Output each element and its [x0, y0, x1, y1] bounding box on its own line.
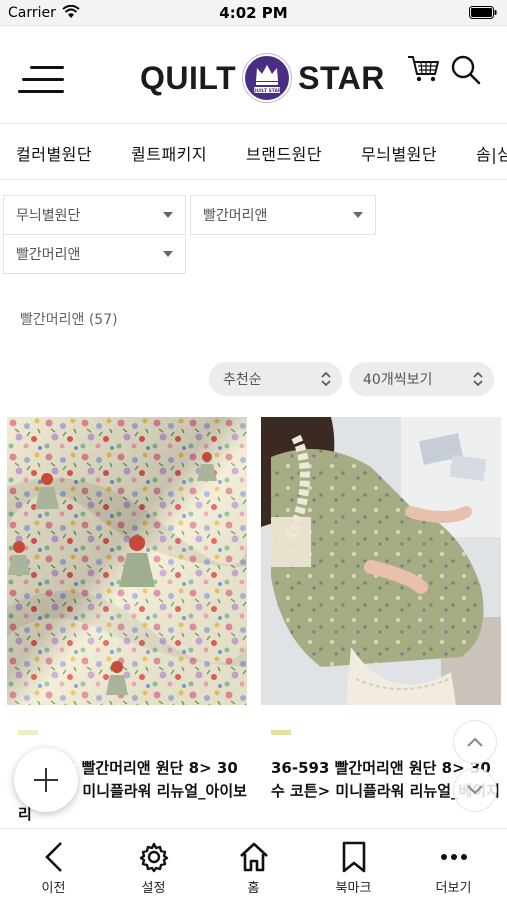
- category-item[interactable]: 무늬별원단: [361, 141, 437, 165]
- gear-icon: [139, 842, 168, 873]
- tab-back[interactable]: 이전: [3, 829, 104, 900]
- bookmark-icon: [342, 841, 365, 873]
- hamburger-icon[interactable]: [18, 64, 66, 96]
- product-count-label: 빨간머리앤 (57): [20, 312, 118, 328]
- bottom-tab-bar: 이전 설정 홈 북마크 더보기: [0, 828, 507, 900]
- scroll-down-button[interactable]: [453, 768, 497, 812]
- category-item[interactable]: 컬러별원단: [16, 141, 92, 165]
- chevron-down-icon: [467, 785, 483, 795]
- page-size-select[interactable]: 40개씩보기: [349, 362, 494, 396]
- product-image[interactable]: [7, 417, 247, 705]
- third-filter-value: 빨간머리앤: [16, 247, 81, 263]
- third-filter-select[interactable]: 빨간머리앤: [3, 234, 186, 274]
- subcategory-filter-select[interactable]: 빨간머리앤: [190, 195, 376, 235]
- product-image[interactable]: [261, 417, 501, 705]
- status-bar: Carrier 4:02 PM: [0, 0, 507, 26]
- subcategory-filter-value: 빨간머리앤: [203, 208, 268, 224]
- category-filter-select[interactable]: 무늬별원단: [3, 195, 186, 235]
- search-icon[interactable]: [450, 54, 482, 86]
- add-floating-button[interactable]: [14, 748, 78, 812]
- floral-fabric-image: [7, 417, 247, 705]
- category-item[interactable]: 브랜드원단: [246, 141, 322, 165]
- tab-home[interactable]: 홈: [203, 829, 304, 900]
- tab-bookmark[interactable]: 북마크: [303, 829, 404, 900]
- tab-label: 더보기: [435, 881, 472, 896]
- dress-photo-image: [261, 417, 501, 705]
- tab-label: 북마크: [335, 881, 372, 896]
- tab-label: 이전: [41, 881, 66, 896]
- chevron-down-icon: [353, 212, 363, 218]
- color-chip: [271, 730, 291, 735]
- scroll-up-button[interactable]: [453, 720, 497, 764]
- battery-icon: [469, 6, 497, 19]
- color-chip: [18, 730, 38, 735]
- category-nav: 컬러별원단 퀼트패키지 브랜드원단 무늬별원단 솜|심: [0, 124, 507, 180]
- updown-chevron-icon: [473, 371, 483, 387]
- cart-icon[interactable]: [406, 54, 440, 84]
- plus-icon: [34, 768, 58, 792]
- page-size-value: 40개씩보기: [363, 372, 433, 388]
- logo-text-left: QUILT: [140, 59, 237, 96]
- category-item[interactable]: 퀼트패키지: [131, 141, 207, 165]
- svg-text:QUILT STAR: QUILT STAR: [253, 88, 282, 94]
- more-dots-icon: [440, 854, 467, 860]
- category-filter-value: 무늬별원단: [16, 208, 81, 224]
- sort-order-value: 추천순: [223, 372, 262, 388]
- tab-more[interactable]: 더보기: [403, 829, 504, 900]
- tab-settings[interactable]: 설정: [103, 829, 204, 900]
- logo-text-right: STAR: [298, 59, 385, 96]
- sort-order-select[interactable]: 추천순: [209, 362, 342, 396]
- chevron-up-icon: [467, 737, 483, 747]
- updown-chevron-icon: [321, 371, 331, 387]
- chevron-down-icon: [163, 251, 173, 257]
- logo[interactable]: QUILT QUILT STAR STAR: [140, 53, 385, 103]
- app-header: QUILT QUILT STAR STAR: [0, 26, 507, 124]
- crown-logo-icon: QUILT STAR: [242, 53, 293, 103]
- home-icon: [239, 842, 268, 872]
- status-time: 4:02 PM: [219, 4, 288, 22]
- tab-label: 설정: [141, 881, 166, 896]
- tab-label: 홈: [247, 881, 260, 896]
- chevron-down-icon: [163, 212, 173, 218]
- category-item[interactable]: 솜|심: [476, 141, 507, 165]
- chevron-left-icon: [44, 842, 62, 872]
